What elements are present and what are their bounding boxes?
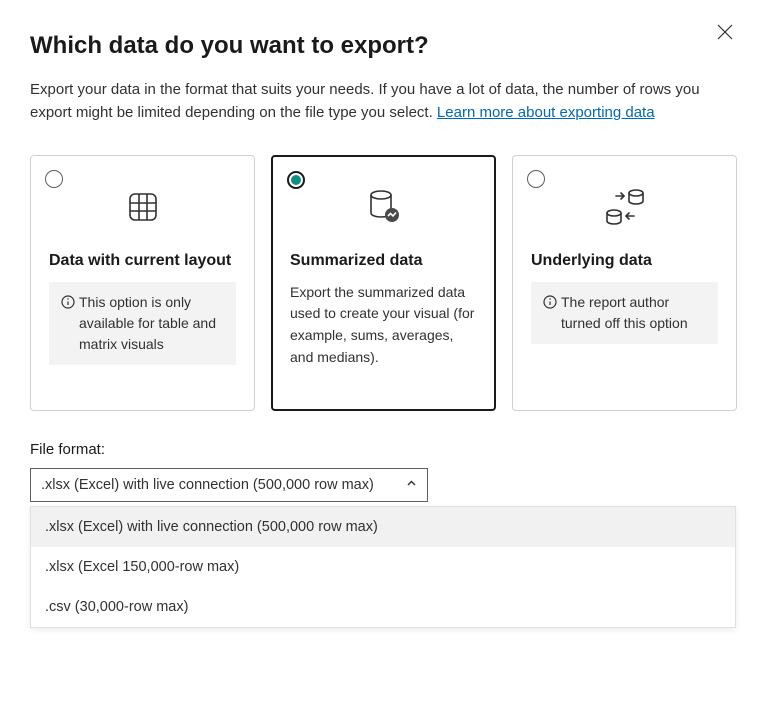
option-description: Export the summarized data used to creat… xyxy=(290,282,477,369)
export-options: Data with current layout This option is … xyxy=(30,155,737,411)
option-note: This option is only available for table … xyxy=(49,282,236,365)
file-format-dropdown: .xlsx (Excel) with live connection (500,… xyxy=(30,506,736,628)
learn-more-link[interactable]: Learn more about exporting data xyxy=(437,104,655,121)
close-button[interactable] xyxy=(713,20,737,44)
option-title: Summarized data xyxy=(290,252,477,270)
option-title: Underlying data xyxy=(531,252,718,270)
note-text: The report author turned off this option xyxy=(561,292,706,334)
option-title: Data with current layout xyxy=(49,252,236,270)
dropdown-option[interactable]: .xlsx (Excel) with live connection (500,… xyxy=(31,507,735,547)
radio-unchecked-icon xyxy=(527,170,545,188)
option-note: The report author turned off this option xyxy=(531,282,718,344)
radio-unchecked-icon xyxy=(45,170,63,188)
dialog-description: Export your data in the format that suit… xyxy=(30,78,724,125)
table-layout-icon xyxy=(49,182,236,232)
dialog-title: Which data do you want to export? xyxy=(30,32,737,60)
info-icon xyxy=(61,294,75,355)
select-value: .xlsx (Excel) with live connection (500,… xyxy=(41,477,374,493)
note-text: This option is only available for table … xyxy=(79,292,224,355)
option-summarized-data[interactable]: Summarized data Export the summarized da… xyxy=(271,155,496,411)
radio-checked-icon xyxy=(287,171,305,189)
chevron-up-icon xyxy=(406,477,417,493)
database-swap-icon xyxy=(531,182,718,232)
file-format-select[interactable]: .xlsx (Excel) with live connection (500,… xyxy=(30,468,428,502)
database-metric-icon xyxy=(290,182,477,232)
file-format-label: File format: xyxy=(30,441,737,458)
close-icon xyxy=(717,24,733,40)
option-underlying-data[interactable]: Underlying data The report author turned… xyxy=(512,155,737,411)
dropdown-option[interactable]: .csv (30,000-row max) xyxy=(31,587,735,627)
option-data-with-current-layout[interactable]: Data with current layout This option is … xyxy=(30,155,255,411)
dropdown-option[interactable]: .xlsx (Excel 150,000-row max) xyxy=(31,547,735,587)
info-icon xyxy=(543,294,557,334)
